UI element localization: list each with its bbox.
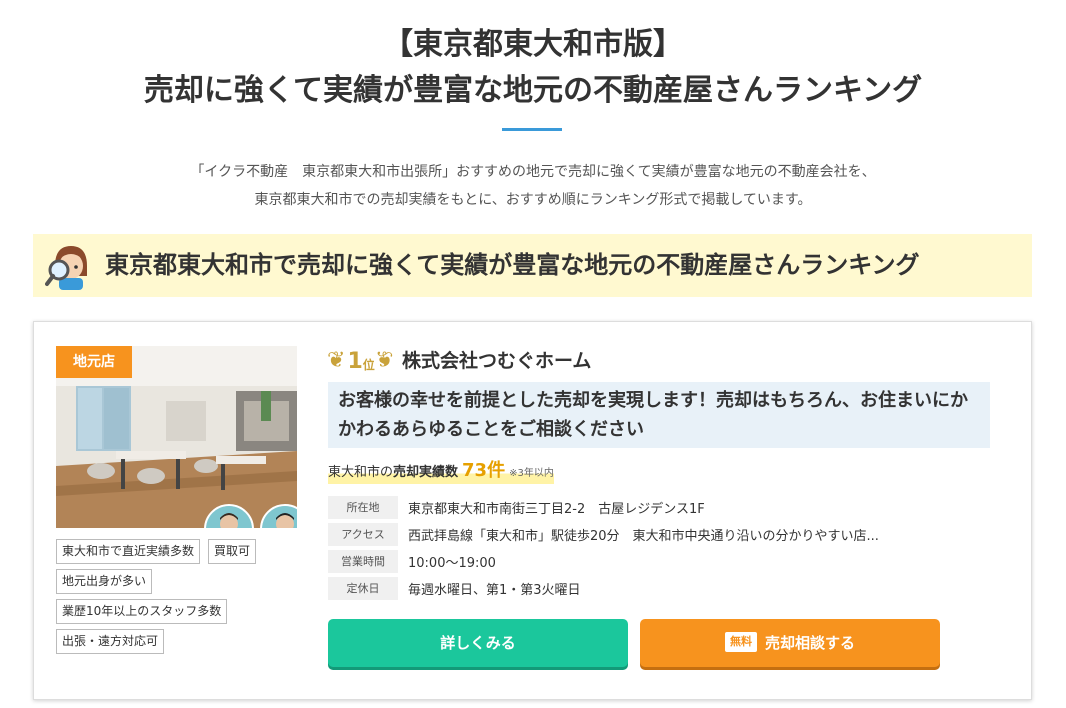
record-note: ※3年以内 [509,468,554,479]
rank-unit: 位 [362,357,375,372]
sale-consult-button[interactable]: 無料 売却相談する [640,619,940,667]
info-label: 定休日 [328,577,398,600]
section-heading-bar: 東京都東大和市で売却に強くて実績が豊富な地元の不動産屋さんランキング [33,234,1032,297]
info-row-holiday: 定休日 毎週水曜日、第1・第3火曜日 [328,575,879,602]
rank-number: 1 [347,348,363,374]
intro-line1: 「イクラ不動産 東京都東大和市出張所」おすすめの地元で売却に強くて実績が豊富な地… [190,164,876,180]
info-row-access: アクセス 西武拝島線「東大和市」駅徒歩20分 東大和市中央通り沿いの分かりやすい… [328,521,879,548]
feature-tag: 東大和市で直近実績多数 [56,539,201,564]
feature-tag: 出張・遠方対応可 [56,629,165,654]
info-label: 所在地 [328,496,398,519]
feature-tag: 地元出身が多い [56,569,153,594]
rank-badge: ❦ 1 位 ❦ [327,346,393,376]
section-heading: 東京都東大和市で売却に強くて実績が豊富な地元の不動産屋さんランキング [105,251,920,279]
sale-consult-label: 売却相談する [764,634,855,652]
page-title-line1: 【東京都東大和市版】 [383,27,683,62]
company-name[interactable]: 株式会社つむぐホーム [402,346,591,376]
feature-tag: 業歴10年以上のスタッフ多数 [56,599,228,624]
catch-copy: お客様の幸せを前提とした売却を実現します！売却はもちろん、お住まいにかかわるあら… [328,382,990,448]
info-row-hours: 営業時間 10:00〜19:00 [328,548,879,575]
agency-card: 地元店 東大和市で直近実績多数 買取可 地元出身が多い 業歴10年以上のスタッフ… [33,321,1032,700]
office-photo: 地元店 [56,346,297,528]
feature-tags: 東大和市で直近実績多数 買取可 地元出身が多い 業歴10年以上のスタッフ多数 出… [56,539,276,659]
title-divider [502,128,562,131]
page-title-line2: 売却に強くて実績が豊富な地元の不動産屋さんランキング [143,73,923,108]
info-value: 毎週水曜日、第1・第3火曜日 [408,583,581,598]
info-row-address: 所在地 東京都東大和市南街三丁目2-2 古屋レジデンス1F [328,494,879,521]
intro-line2: 東京都東大和市での売却実績をもとに、おすすめ順にランキング形式で掲載しています。 [254,192,812,208]
record-label: 売却実績数 [393,465,459,480]
info-table: 所在地 東京都東大和市南街三丁目2-2 古屋レジデンス1F アクセス 西武拝島線… [328,494,879,602]
laurel-left-icon: ❦ [327,348,346,373]
info-value: 10:00〜19:00 [408,556,496,571]
feature-tag: 買取可 [208,539,257,564]
info-value: 東京都東大和市南街三丁目2-2 古屋レジデンス1F [408,502,705,517]
info-value: 西武拝島線「東大和市」駅徒歩20分 東大和市中央通り沿いの分かりやすい店... [408,529,879,544]
intro-text: 「イクラ不動産 東京都東大和市出張所」おすすめの地元で売却に強くて実績が豊富な地… [0,158,1066,214]
sales-record: 東大和市の売却実績数 73件 ※3年以内 [328,458,554,484]
info-label: 営業時間 [328,550,398,573]
page-title: 【東京都東大和市版】 売却に強くて実績が豊富な地元の不動産屋さんランキング [0,22,1066,114]
details-button[interactable]: 詳しくみる [328,619,628,667]
local-store-badge: 地元店 [56,346,132,378]
magnifier-girl-icon [45,242,91,290]
free-badge: 無料 [724,631,757,652]
info-label: アクセス [328,523,398,546]
record-prefix: 東大和市の [328,465,394,480]
laurel-right-icon: ❦ [374,348,394,373]
record-count: 73件 [462,460,506,481]
